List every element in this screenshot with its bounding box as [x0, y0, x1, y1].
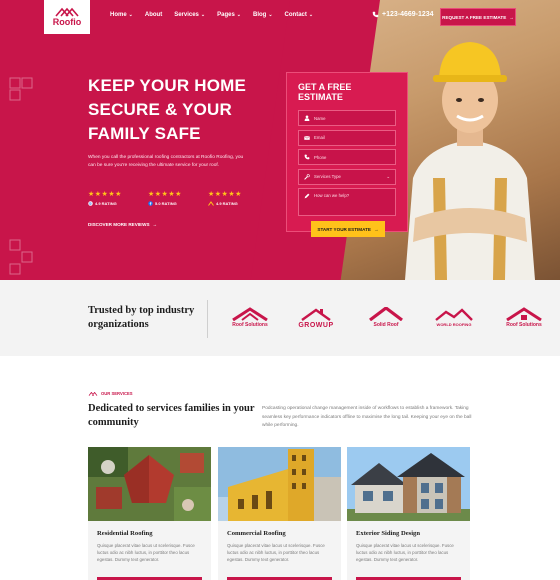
page: Roofio Home ⌄ About Services ⌄ Pages ⌄ Blog…: [0, 0, 560, 580]
tools-icon: [304, 173, 310, 180]
phone-link[interactable]: +123-4669-1234: [372, 11, 434, 18]
roof-logo-icon: [369, 307, 403, 321]
name-field[interactable]: Name: [298, 110, 396, 126]
service-card-exterior-siding[interactable]: Exterior Siding Design Quisque placerat …: [347, 447, 470, 580]
roof-logo-icon: [435, 308, 473, 321]
service-card-commercial[interactable]: Commercial Roofing Quisque placerat vita…: [218, 447, 341, 580]
menu-item-contact[interactable]: Contact ⌄: [285, 12, 314, 18]
roof-logo-icon: [232, 307, 268, 321]
menu-item-blog[interactable]: Blog ⌄: [253, 12, 273, 18]
stars: ★★★★★: [148, 191, 182, 198]
main-menu: Home ⌄ About Services ⌄ Pages ⌄ Blog ⌄ Conta…: [110, 12, 313, 18]
chevron-down-icon: ⌄: [128, 12, 133, 18]
menu-item-about[interactable]: About: [145, 12, 162, 18]
residential-roofing-image: [88, 447, 211, 521]
discover-reviews-link[interactable]: DISCOVER MORE REVIEWS →: [88, 222, 157, 227]
exterior-siding-image: [347, 447, 470, 521]
rating-google: ★★★★★ 4.9 RATING: [88, 190, 132, 206]
logo-text: Roofio: [52, 17, 82, 27]
trusted-by-section: [0, 280, 560, 356]
card-description: Quisque placerat vitae lacus ut sceleris…: [356, 543, 454, 563]
phone-icon: [372, 11, 379, 18]
services-title: Dedicated to services families in your c…: [88, 403, 255, 428]
roof-logo-icon: [301, 308, 331, 321]
stars: ★★★★★: [88, 191, 122, 198]
hero-title: KEEP YOUR HOME SECURE & YOUR FAMILY SAFE: [88, 76, 247, 143]
chevron-down-icon: ⌄: [386, 173, 390, 179]
chevron-down-icon: ⌄: [236, 12, 241, 18]
roofer-worker-image: [405, 42, 535, 280]
roof-mark-icon: [88, 391, 98, 396]
arrow-right-icon: →: [509, 14, 514, 20]
request-estimate-button[interactable]: REQUEST A FREE ESTIMATE →: [440, 8, 516, 26]
phone-number: +123-4669-1234: [382, 11, 434, 18]
commercial-roofing-image: [218, 447, 341, 521]
menu-item-services[interactable]: Services ⌄: [174, 12, 205, 18]
rating-facebook: ★★★★★ 5.0 RATING: [148, 190, 192, 206]
service-card-residential[interactable]: Residential Roofing Quisque placerat vit…: [88, 447, 211, 580]
partner-logo: Solid Roof: [366, 307, 406, 328]
chevron-down-icon: ⌄: [268, 12, 273, 18]
rating-roof: ★★★★★ 4.9 RATING: [208, 190, 252, 206]
service-type-select[interactable]: Services Type ⌄: [298, 168, 396, 185]
decor-squares-icon: [9, 239, 33, 275]
stars: ★★★★★: [208, 191, 242, 198]
arrow-right-icon: →: [374, 226, 379, 232]
ratings: ★★★★★ 4.9 RATING ★★★★★ 5.0 RATING ★★★★★ …: [88, 190, 252, 206]
start-estimate-button[interactable]: START YOUR ESTIMATE →: [311, 221, 385, 237]
menu-item-home[interactable]: Home ⌄: [110, 12, 133, 18]
card-title: Exterior Siding Design: [356, 530, 420, 537]
roof-logo-icon: [55, 7, 79, 17]
card-title: Residential Roofing: [97, 530, 153, 537]
google-icon: [88, 201, 93, 206]
logo[interactable]: Roofio: [44, 0, 90, 34]
divider: [207, 300, 208, 338]
user-icon: [304, 115, 310, 121]
partner-logo: Roof Solutions: [230, 307, 270, 328]
chevron-down-icon: ⌄: [200, 12, 206, 18]
services-kicker: OUR SERVICES: [88, 391, 133, 396]
form-title: GET A FREE ESTIMATE: [298, 82, 352, 102]
phone-icon: [304, 154, 310, 160]
estimate-form: GET A FREE ESTIMATE Name Email Phone Ser…: [286, 72, 408, 237]
menu-item-pages[interactable]: Pages ⌄: [217, 12, 241, 18]
card-title: Commercial Roofing: [227, 530, 286, 537]
partner-logo: GROWUP: [296, 307, 336, 329]
partner-logo: WORLD ROOFING: [434, 307, 474, 327]
card-description: Quisque placerat vitae lacus ut sceleris…: [227, 543, 325, 563]
services-description: Podcasting operational change management…: [262, 406, 472, 428]
arrow-right-icon: →: [152, 222, 158, 227]
card-description: Quisque placerat vitae lacus ut sceleris…: [97, 543, 195, 563]
top-nav: Roofio Home ⌄ About Services ⌄ Pages ⌄ Blog…: [0, 0, 560, 34]
hero-description: When you call the professional roofing c…: [88, 155, 244, 168]
facebook-icon: [148, 201, 153, 206]
email-field[interactable]: Email: [298, 129, 396, 146]
trusted-title: Trusted by top industry organizations: [88, 305, 195, 330]
hero-section: Roofio Home ⌄ About Services ⌄ Pages ⌄ Blog…: [0, 0, 560, 280]
roof-logo-icon: [506, 307, 542, 321]
decor-squares-icon: [9, 77, 33, 101]
partner-logo: Roof Solutions: [504, 307, 544, 328]
phone-field[interactable]: Phone: [298, 149, 396, 165]
edit-icon: [304, 193, 310, 199]
roof-review-icon: [208, 201, 214, 206]
message-textarea[interactable]: How can we help?: [298, 188, 396, 216]
chevron-down-icon: ⌄: [308, 12, 314, 18]
mail-icon: [304, 135, 310, 140]
